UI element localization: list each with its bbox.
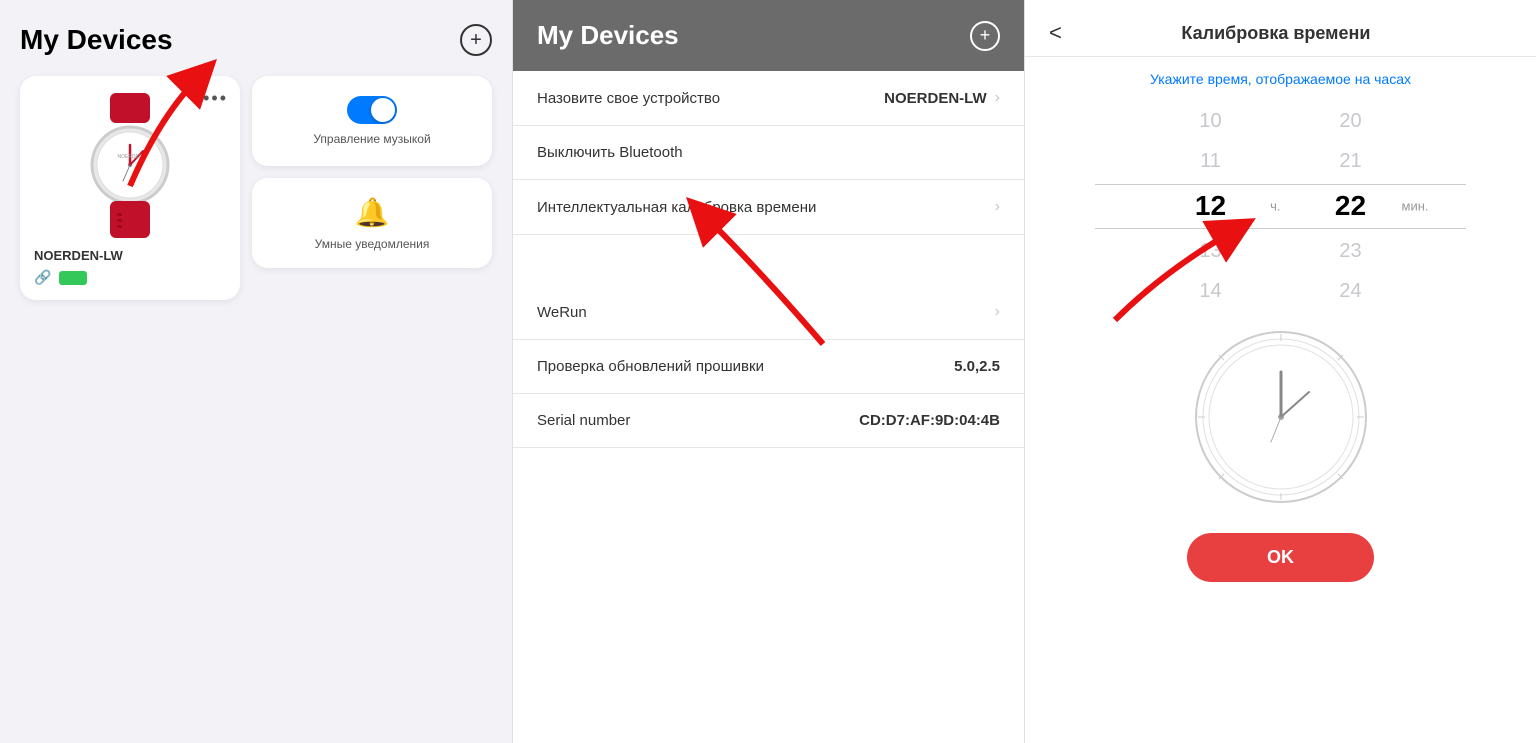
panel3-header: < Калибровка времени	[1025, 0, 1536, 57]
menu-label-bluetooth: Выключить Bluetooth	[537, 144, 683, 161]
add-device-button[interactable]: +	[460, 24, 492, 56]
panel2-title: My Devices	[537, 20, 679, 51]
menu-value-row-0: NOERDEN-LW ›	[884, 89, 1000, 107]
notifications-label: Умные уведомления	[315, 237, 430, 251]
watch-image: NOERDEN	[34, 90, 226, 240]
menu-label-werun: WeRun	[537, 304, 587, 321]
panel-2: My Devices + Назовите свое устройство NO…	[513, 0, 1024, 743]
hour-13: 13	[1199, 231, 1221, 271]
menu-item-serial[interactable]: Serial number CD:D7:AF:9D:04:4B	[513, 394, 1024, 448]
device-status: 🔗	[34, 269, 226, 286]
feature-card-music[interactable]: Управление музыкой	[252, 76, 492, 166]
minute-21: 21	[1339, 141, 1361, 181]
hour-12-selected: 12	[1195, 181, 1226, 231]
devices-grid: ••• NOERDEN	[20, 76, 492, 300]
back-button[interactable]: <	[1049, 20, 1062, 46]
menu-label-calibration: Интеллектуальная калибровка времени	[537, 199, 816, 216]
menu-label-device-name: Назовите свое устройство	[537, 90, 720, 107]
hour-unit-label: ч.	[1270, 199, 1280, 214]
chevron-icon-0: ›	[995, 89, 1000, 107]
menu-item-bluetooth[interactable]: Выключить Bluetooth	[513, 126, 1024, 180]
device-card-main[interactable]: ••• NOERDEN	[20, 76, 240, 300]
clock-svg	[1191, 327, 1371, 507]
chevron-icon-2: ›	[995, 198, 1000, 216]
panel2-add-button[interactable]: +	[970, 21, 1000, 51]
feature-card-notifications[interactable]: 🔔 Умные уведомления	[252, 178, 492, 268]
menu-value-serial: CD:D7:AF:9D:04:4B	[859, 412, 1000, 429]
chevron-icon-3: ›	[995, 303, 1000, 321]
menu-label-firmware: Проверка обновлений прошивки	[537, 358, 764, 375]
ok-button[interactable]: OK	[1187, 533, 1374, 582]
menu-value-firmware: 5.0,2.5	[954, 358, 1000, 375]
music-label: Управление музыкой	[313, 132, 430, 146]
svg-text:NOERDEN: NOERDEN	[117, 154, 142, 160]
hour-10: 10	[1199, 101, 1221, 141]
link-icon: 🔗	[34, 269, 51, 286]
minute-23: 23	[1339, 231, 1361, 271]
menu-label-serial: Serial number	[537, 412, 630, 429]
hour-14: 14	[1199, 271, 1221, 311]
menu-value-device-name: NOERDEN-LW	[884, 90, 987, 107]
hour-11: 11	[1200, 141, 1221, 181]
panel1-header: My Devices +	[20, 24, 492, 56]
minutes-column[interactable]: 20 21 22 23 24 мин.	[1311, 101, 1391, 311]
menu-item-firmware[interactable]: Проверка обновлений прошивки 5.0,2.5	[513, 340, 1024, 394]
panel3-title: Калибровка времени	[1078, 23, 1474, 44]
analog-clock	[1191, 327, 1371, 507]
minute-unit-label: мин.	[1402, 199, 1429, 214]
menu-item-werun[interactable]: WeRun ›	[513, 285, 1024, 340]
menu-item-calibration[interactable]: Интеллектуальная калибровка времени ›	[513, 180, 1024, 235]
time-picker: 10 11 12 13 14 ч. 20 21 22 23 24 мин.	[1025, 101, 1536, 311]
menu-list: Назовите свое устройство NOERDEN-LW › Вы…	[513, 71, 1024, 743]
panel-3: < Калибровка времени Укажите время, отоб…	[1025, 0, 1536, 743]
bell-icon: 🔔	[355, 196, 390, 229]
minute-22-selected: 22	[1335, 181, 1366, 231]
panel1-title: My Devices	[20, 24, 173, 56]
dots-menu-button[interactable]: •••	[203, 88, 228, 109]
battery-indicator	[59, 271, 87, 285]
minute-20: 20	[1339, 101, 1361, 141]
watch-svg: NOERDEN	[75, 93, 185, 238]
panel2-header: My Devices +	[513, 0, 1024, 71]
selection-line-top	[1095, 184, 1465, 185]
time-calibration-subtitle: Укажите время, отображаемое на часах	[1025, 57, 1536, 101]
hours-column[interactable]: 10 11 12 13 14 ч.	[1171, 101, 1251, 311]
panel-1: My Devices + •••	[0, 0, 512, 743]
selection-line-bottom	[1095, 228, 1465, 229]
menu-item-device-name[interactable]: Назовите свое устройство NOERDEN-LW ›	[513, 71, 1024, 126]
device-name: NOERDEN-LW	[34, 248, 226, 263]
feature-cards: Управление музыкой 🔔 Умные уведомления	[252, 76, 492, 300]
minute-24: 24	[1339, 271, 1361, 311]
music-toggle[interactable]	[347, 96, 397, 124]
